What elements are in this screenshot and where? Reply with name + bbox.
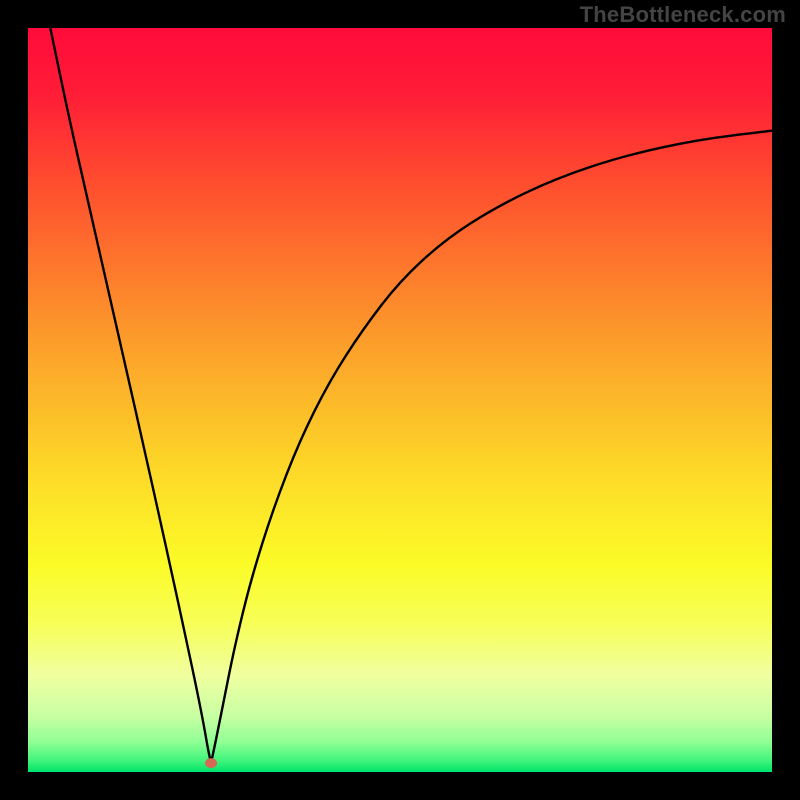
minimum-marker (205, 758, 217, 768)
plot-area (28, 28, 772, 772)
bottleneck-chart (0, 0, 800, 800)
chart-frame: TheBottleneck.com (0, 0, 800, 800)
watermark-text: TheBottleneck.com (580, 2, 786, 28)
